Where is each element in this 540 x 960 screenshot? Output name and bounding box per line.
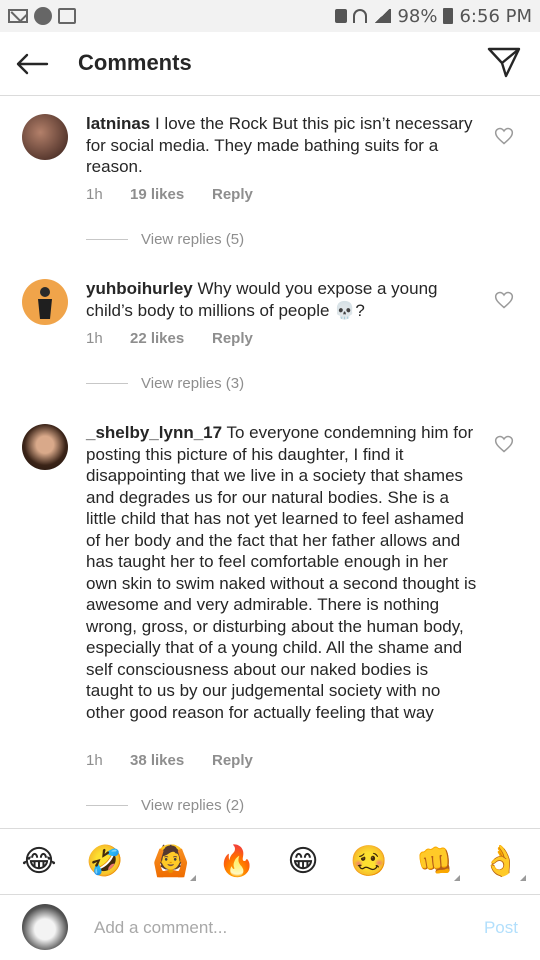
emoji-ok-hand[interactable]: 👌: [478, 844, 526, 881]
paper-plane-icon: [487, 47, 521, 78]
comment-likes[interactable]: 38 likes: [130, 752, 212, 769]
comment-likes[interactable]: 19 likes: [130, 186, 212, 203]
reply-button[interactable]: Reply: [212, 752, 253, 769]
comment-time: 1h: [86, 752, 103, 769]
comment-body: latninas I love the Rock But this pic is…: [86, 113, 481, 178]
comment-username[interactable]: _shelby_lynn_17: [86, 423, 222, 442]
avatar[interactable]: [22, 114, 68, 160]
emoji-fist[interactable]: 👊: [412, 844, 460, 881]
view-replies-button[interactable]: View replies (5): [86, 231, 244, 248]
comment-likes[interactable]: 22 likes: [130, 330, 212, 347]
emoji-gesture[interactable]: 🙆: [148, 844, 196, 881]
view-replies-label: View replies (5): [141, 231, 245, 248]
wifi-icon: [353, 9, 368, 23]
view-replies-button[interactable]: View replies (2): [86, 797, 244, 814]
divider-line: [86, 383, 128, 384]
comment-body: yuhboihurley Why would you expose a youn…: [86, 278, 481, 321]
comment-meta: 1h 19 likes Reply: [86, 186, 253, 203]
comment-body: _shelby_lynn_17 To everyone condemning h…: [86, 422, 478, 723]
heart-icon[interactable]: [494, 126, 514, 146]
emoji-quick-bar: 😂 🤣 🙆 🔥 😁 🥴 👊 👌: [0, 828, 540, 894]
status-right: 98% 6:56 PM: [335, 6, 532, 27]
comment-username[interactable]: yuhboihurley: [86, 279, 193, 298]
avatar[interactable]: [22, 424, 68, 470]
signal-icon: [373, 9, 392, 23]
page-title: Comments: [78, 50, 192, 75]
avatar[interactable]: [22, 279, 68, 325]
lock-icon: [335, 9, 348, 23]
clock: 6:56 PM: [459, 5, 532, 27]
image-icon: [58, 8, 76, 24]
comment-time: 1h: [86, 186, 103, 203]
emoji-woozy[interactable]: 🥴: [346, 844, 392, 879]
comment-text: To everyone condemning him for posting t…: [86, 423, 477, 722]
divider-line: [86, 239, 128, 240]
heart-icon[interactable]: [494, 290, 514, 310]
share-button[interactable]: [486, 44, 526, 84]
view-replies-label: View replies (2): [141, 797, 245, 814]
emoji-grin[interactable]: 😁: [280, 844, 326, 879]
divider-line: [86, 805, 128, 806]
comment-input[interactable]: [94, 915, 454, 941]
whatsapp-icon: [34, 7, 52, 25]
emoji-tears-of-joy[interactable]: 😂: [16, 844, 62, 879]
post-button[interactable]: Post: [484, 918, 518, 938]
arrow-left-icon: [16, 53, 49, 75]
reply-button[interactable]: Reply: [212, 330, 253, 347]
battery-percent: 98%: [397, 5, 438, 27]
view-replies-button[interactable]: View replies (3): [86, 375, 244, 392]
battery-icon: [443, 8, 454, 24]
comment-meta: 1h 38 likes Reply: [86, 752, 253, 769]
mail-icon: [8, 9, 28, 23]
comments-list[interactable]: latninas I love the Rock But this pic is…: [0, 96, 540, 828]
back-button[interactable]: [12, 46, 52, 82]
reply-button[interactable]: Reply: [212, 186, 253, 203]
header: Comments: [0, 32, 540, 96]
comment-time: 1h: [86, 330, 103, 347]
comment-input-bar: Post: [0, 894, 540, 960]
status-left: [8, 7, 76, 25]
avatar-figure: [38, 287, 52, 319]
emoji-fire[interactable]: 🔥: [214, 844, 260, 879]
view-replies-label: View replies (3): [141, 375, 245, 392]
comment-username[interactable]: latninas: [86, 114, 150, 133]
status-bar: 98% 6:56 PM: [0, 0, 540, 32]
emoji-rofl[interactable]: 🤣: [82, 844, 128, 879]
heart-icon[interactable]: [494, 434, 514, 454]
comment-meta: 1h 22 likes Reply: [86, 330, 253, 347]
my-avatar: [22, 904, 68, 950]
